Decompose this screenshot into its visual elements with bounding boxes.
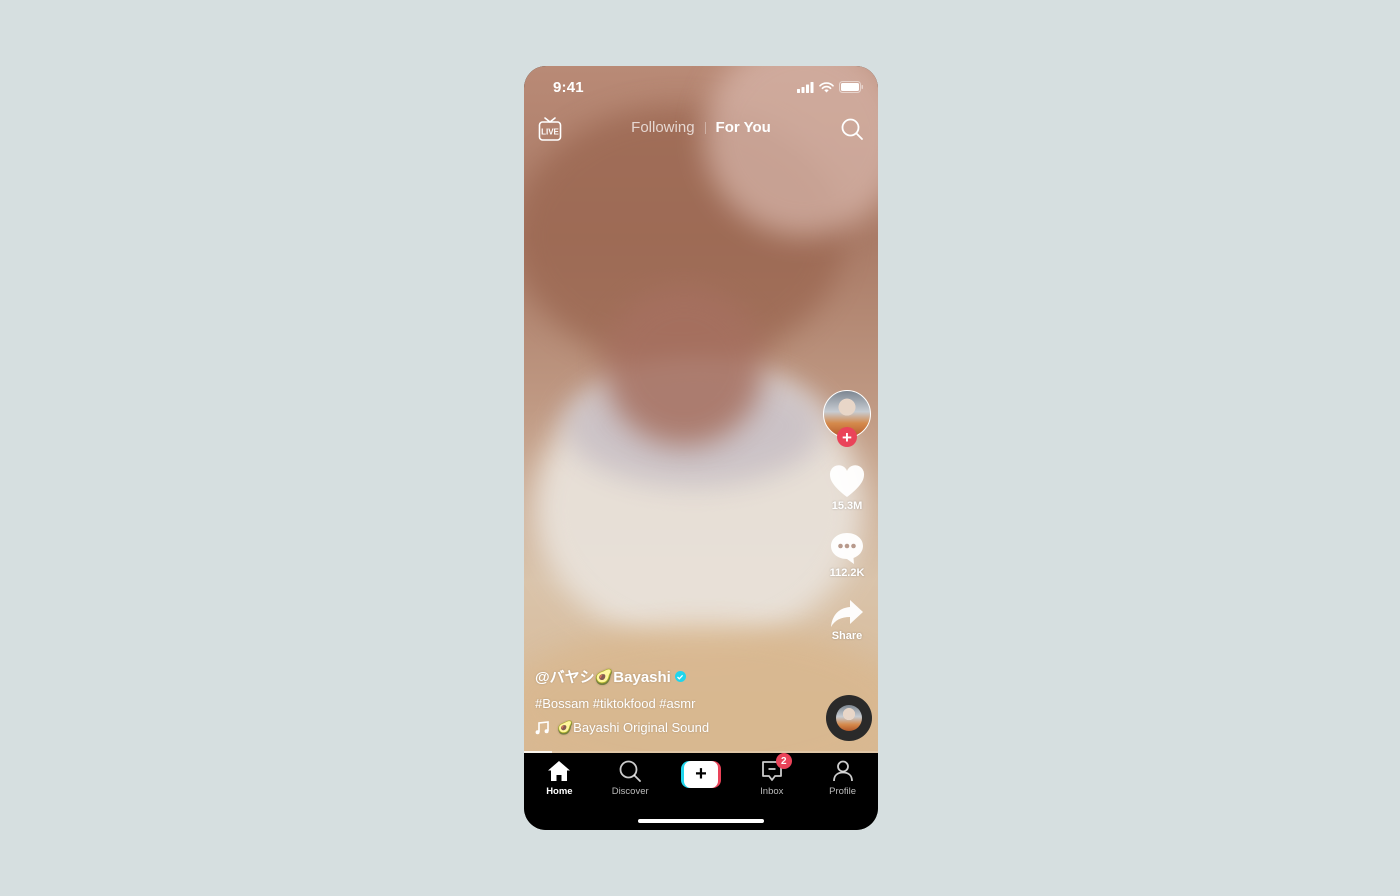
status-bar: 9:41 [524,66,878,110]
search-icon [619,760,642,782]
sound-disc-button[interactable] [826,695,872,741]
nav-inbox-label: Inbox [760,786,784,797]
tab-divider [704,121,706,134]
cellular-signal-icon [797,81,814,93]
wifi-icon [819,81,834,92]
creator-avatar-button[interactable]: + [823,390,871,447]
search-icon [841,118,863,140]
video-fingers-blur [604,286,764,446]
nav-discover[interactable]: Discover [600,759,660,797]
like-count: 15.3M [831,500,863,512]
follow-button[interactable]: + [837,427,857,447]
nav-create[interactable]: + [671,759,731,797]
plus-icon: + [842,427,852,447]
share-label: Share [831,630,863,642]
share-arrow-icon[interactable] [830,598,864,628]
sound-title[interactable]: 🥑Bayashi Original Sound [557,720,709,736]
nav-discover-label: Discover [611,786,649,797]
share-action[interactable]: Share [830,598,864,642]
sound-info[interactable]: 🥑Bayashi Original Sound [535,720,725,736]
feed-tabs: Following For You [524,119,878,136]
heart-icon[interactable] [829,465,865,498]
home-indicator[interactable] [638,819,764,823]
tab-following[interactable]: Following [631,119,694,136]
search-button[interactable] [840,117,864,141]
bottom-navigation: Home Discover + 2 Inbox Profile [524,753,878,830]
verified-badge-icon [674,671,686,682]
side-actions: + 15.3M 112.2K Share [822,390,872,642]
username-text[interactable]: @バヤシ🥑Bayashi [535,666,671,687]
create-plus-icon: + [695,763,707,785]
comment-action[interactable]: 112.2K [829,531,865,579]
home-icon [548,761,571,781]
creator-username[interactable]: @バヤシ🥑Bayashi [535,666,815,687]
profile-icon [832,760,853,782]
nav-inbox[interactable]: 2 Inbox [742,753,802,797]
comment-count: 112.2K [829,567,865,579]
music-note-icon [535,721,549,735]
top-navigation: LIVE Following For You [524,114,878,144]
battery-icon [839,81,863,93]
status-icons [797,81,864,93]
nav-home[interactable]: Home [529,759,589,797]
sound-disc-avatar [836,705,862,731]
video-caption: @バヤシ🥑Bayashi #Bossam #tiktokfood #asmr 🥑… [535,666,815,736]
inbox-badge: 2 [775,753,792,769]
like-action[interactable]: 15.3M [829,465,865,512]
nav-profile-label: Profile [829,786,857,797]
create-button[interactable]: + [680,761,721,788]
phone-frame: 9:41 LIVE Following For You + 15.3M 112.… [524,66,878,830]
status-time: 9:41 [553,79,584,96]
hashtags[interactable]: #Bossam #tiktokfood #asmr [535,696,815,711]
nav-home-label: Home [546,786,573,797]
comment-icon[interactable] [830,531,864,565]
nav-profile[interactable]: Profile [813,759,873,797]
tab-for-you[interactable]: For You [716,119,771,136]
